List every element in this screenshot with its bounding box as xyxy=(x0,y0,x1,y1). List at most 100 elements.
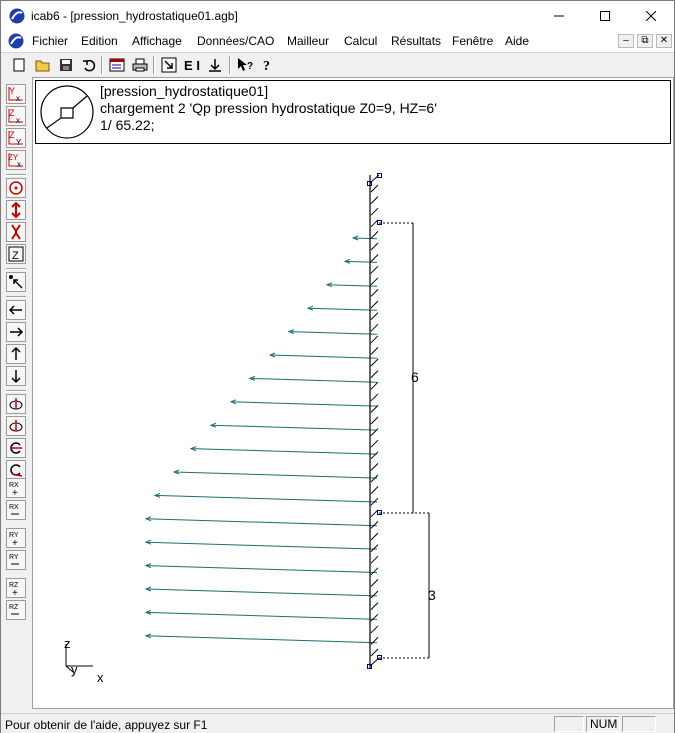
hatch-tick xyxy=(370,637,379,645)
drawing-canvas[interactable]: [pression_hydrostatique01] chargement 2 … xyxy=(32,77,674,709)
svg-text:RY: RY xyxy=(9,554,19,561)
hatch-tick xyxy=(370,567,379,576)
status-pane-scroll xyxy=(622,716,656,732)
menu-calcul[interactable]: Calcul xyxy=(344,34,377,48)
axis-z-label: z xyxy=(64,636,71,651)
svg-text:x: x xyxy=(16,94,20,103)
down-arrow-button[interactable] xyxy=(205,55,225,75)
pressure-arrow xyxy=(145,518,378,527)
hatch-tick xyxy=(370,451,379,460)
hatch-tick xyxy=(370,439,379,448)
mdi-restore-button[interactable]: ⧉ xyxy=(637,34,653,48)
text-edit-label: E I xyxy=(184,57,200,73)
svg-text:+: + xyxy=(12,538,18,547)
rx-plus-button[interactable]: RX + xyxy=(6,478,26,498)
rotate-4-button[interactable] xyxy=(6,460,26,480)
rx-minus-icon: RX xyxy=(9,504,19,515)
window-button[interactable] xyxy=(107,55,127,75)
close-icon xyxy=(646,11,656,21)
pressure-arrow xyxy=(230,401,378,407)
hatch-tick xyxy=(370,358,379,367)
zoom-box-button[interactable]: Z xyxy=(6,244,26,264)
maximize-icon xyxy=(600,11,610,21)
undo-icon xyxy=(83,59,96,72)
menu-aide[interactable]: Aide xyxy=(505,34,529,48)
pan-left-button[interactable] xyxy=(6,300,26,320)
document-system-icon[interactable] xyxy=(8,33,24,49)
pinch-button[interactable] xyxy=(6,222,26,242)
rz-plus-button[interactable]: RZ + xyxy=(6,578,26,598)
pan-diagonal-icon xyxy=(9,275,23,289)
menu-resultats[interactable]: Résultats xyxy=(391,34,441,48)
print-icon xyxy=(132,58,148,72)
rotate-1-button[interactable] xyxy=(6,394,26,414)
save-button[interactable] xyxy=(56,55,76,75)
app-logo-icon xyxy=(9,8,25,24)
svg-text:x: x xyxy=(17,160,21,169)
title-bar[interactable]: icab6 - [pression_hydrostatique01.agb] xyxy=(1,1,674,31)
pan-diagonal-button[interactable] xyxy=(6,272,26,292)
menu-fenetre[interactable]: Fenêtre xyxy=(452,34,493,48)
arrow-up-icon xyxy=(11,346,21,360)
rotate-2-button[interactable] xyxy=(6,416,26,436)
hatch-tick xyxy=(370,544,379,552)
up-down-arrow-icon xyxy=(11,202,21,218)
menu-mailleur[interactable]: Mailleur xyxy=(287,34,329,48)
zoom-fit-button[interactable] xyxy=(159,55,179,75)
pan-up-button[interactable] xyxy=(6,344,26,364)
ry-plus-button[interactable]: RY + xyxy=(6,528,26,548)
view-yx-button[interactable]: Yx xyxy=(6,84,26,104)
rx-minus-button[interactable]: RX xyxy=(6,500,26,520)
hatch-tick xyxy=(370,277,379,286)
vertical-move-button[interactable] xyxy=(6,200,26,220)
view-zy-button[interactable]: ZY xyxy=(6,128,26,148)
hatch-tick xyxy=(370,184,379,193)
pressure-arrow xyxy=(145,588,378,597)
target-icon xyxy=(9,181,23,195)
window-icon xyxy=(109,58,125,72)
text-edit-button[interactable]: E I xyxy=(182,55,202,75)
app-window: icab6 - [pression_hydrostatique01.agb] F… xyxy=(0,0,675,733)
mdi-minimize-button[interactable]: – xyxy=(618,34,634,48)
ry-minus-button[interactable]: RY xyxy=(6,550,26,570)
svg-text:Y: Y xyxy=(9,86,15,96)
open-button[interactable] xyxy=(33,55,53,75)
zoom-fit-icon xyxy=(161,57,177,73)
down-arrow-icon xyxy=(209,59,221,72)
axis-triad: z y x xyxy=(64,636,104,685)
maximize-button[interactable] xyxy=(582,1,628,31)
undo-button[interactable] xyxy=(79,55,99,75)
pan-down-button[interactable] xyxy=(6,366,26,386)
view-zx-button[interactable]: Zx xyxy=(6,106,26,126)
status-bar: Pour obtenir de l'aide, appuyez sur F1 N… xyxy=(1,713,674,733)
view-yx-icon: Yx xyxy=(8,86,23,103)
new-file-button[interactable] xyxy=(9,55,29,75)
svg-text:RZ: RZ xyxy=(9,604,19,611)
hatch-tick xyxy=(370,242,379,251)
help-button[interactable]: ? xyxy=(258,55,278,75)
minimize-button[interactable] xyxy=(536,1,582,31)
print-button[interactable] xyxy=(130,55,150,75)
view-zyx-button[interactable]: ZY x xyxy=(6,150,26,170)
svg-text:Y: Y xyxy=(16,138,22,147)
menu-affichage[interactable]: Affichage xyxy=(132,34,182,48)
close-button[interactable] xyxy=(628,1,674,31)
pressure-arrow xyxy=(154,494,378,503)
hatch-tick xyxy=(370,323,379,332)
rotate-3-button[interactable] xyxy=(6,438,26,458)
rz-minus-button[interactable]: RZ xyxy=(6,600,26,620)
pan-right-button[interactable] xyxy=(6,322,26,342)
hatch-tick xyxy=(370,648,379,657)
context-help-button[interactable]: ? xyxy=(235,55,255,75)
hatch-tick xyxy=(370,532,379,541)
arrow-right-icon xyxy=(10,327,24,337)
mdi-close-button[interactable]: ✕ xyxy=(656,34,672,48)
hatch-tick xyxy=(370,335,379,344)
menu-edition[interactable]: Edition xyxy=(81,34,118,48)
target-button[interactable] xyxy=(6,178,26,198)
hatch-tick xyxy=(370,289,379,297)
menu-fichier[interactable]: Fichier xyxy=(32,34,68,48)
menu-donnees-cao[interactable]: Données/CAO xyxy=(197,34,274,48)
ry-plus-icon: RY+ xyxy=(9,532,19,547)
pressure-arrow xyxy=(269,354,378,359)
